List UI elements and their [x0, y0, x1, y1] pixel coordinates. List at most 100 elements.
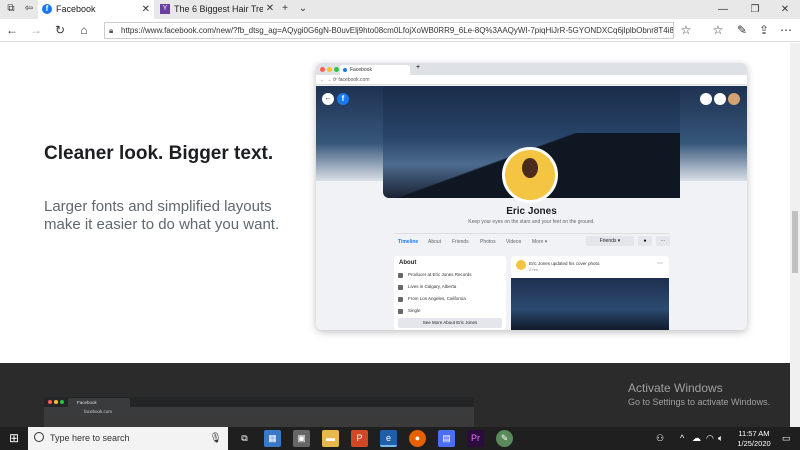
mock-nav-about: About [428, 239, 442, 245]
scrollbar-thumb[interactable] [792, 211, 798, 273]
mock-profile-avatar [502, 147, 558, 203]
search-icon [34, 432, 44, 442]
favorite-star-icon[interactable]: ☆ [678, 22, 694, 38]
set-aside-tabs-icon[interactable]: ⇦ [22, 2, 36, 16]
mock-heart-icon [398, 309, 403, 314]
close-tab-icon[interactable]: ✕ [142, 0, 150, 19]
tab-list-chevron-icon[interactable]: ⌄ [296, 2, 310, 16]
paint-icon[interactable]: ✎ [496, 430, 513, 447]
taskbar-clock[interactable]: 11:57 AM 1/25/2020 [730, 429, 778, 449]
dark-mock-minimize-dot [54, 400, 58, 404]
mock-bell-icon [714, 93, 726, 105]
close-window-icon[interactable]: ✕ [770, 0, 800, 19]
mock-profile-bio: Keep your eyes on the stars and your fee… [468, 219, 595, 225]
mock-profile-name: Eric Jones [506, 206, 557, 217]
mock-url: facebook.com [338, 77, 370, 83]
url-text: https://www.facebook.com/new/?fb_dtsg_ag… [121, 26, 674, 35]
search-placeholder: Type here to search [50, 433, 130, 443]
tray-chevron-icon[interactable]: ^ [680, 427, 684, 450]
dark-mock-zoom-dot [60, 400, 64, 404]
hero-section: Cleaner look. Bigger text. Larger fonts … [0, 43, 800, 363]
mock-messenger-icon [700, 93, 712, 105]
screen-capture-icon[interactable]: ▤ [438, 430, 455, 447]
dark-mock-tab: Facebook [68, 398, 130, 407]
mock-post-text: Eric Jones updated his cover photo. [529, 261, 601, 266]
mock-address-bar: ← → ⟳ facebook.com [316, 75, 747, 85]
hero-title: Cleaner look. Bigger text. [44, 143, 274, 164]
favorites-bar-icon[interactable]: ☆ [710, 22, 726, 38]
more-menu-icon[interactable]: ⋯ [778, 22, 794, 38]
activate-windows-watermark: Activate Windows Go to Settings to activ… [628, 381, 770, 407]
mock-about-relationship: Single [408, 308, 421, 313]
mock-about-from: From Los Angeles, California [408, 296, 466, 301]
mock-nav-photos: Photos [480, 239, 496, 245]
mock-nav-timeline: Timeline [398, 239, 419, 245]
mock-close-dot [320, 67, 325, 72]
dark-mock-tab-bar: Facebook [44, 397, 474, 407]
new-tab-icon[interactable]: + [278, 2, 292, 16]
cloud-icon[interactable]: ☁︎ [692, 427, 701, 450]
browser-tab-bar: ⧉ ⇦ f Facebook ✕ Y The 6 Biggest Hair Tr… [0, 0, 800, 19]
mock-post-avatar [516, 260, 526, 270]
firefox-icon[interactable]: ● [409, 430, 426, 447]
mock-tab-bar: Facebook + [316, 63, 747, 75]
windows-start-icon[interactable]: ⊞ [0, 427, 28, 450]
url-field[interactable]: 🔒︎ https://www.facebook.com/new/?fb_dtsg… [104, 22, 674, 39]
activate-title: Activate Windows [628, 381, 723, 395]
clock-date: 1/25/2020 [737, 439, 771, 448]
clock-time: 11:57 AM [738, 429, 770, 438]
people-icon[interactable]: ⚇ [656, 427, 664, 450]
microphone-icon[interactable]: 🎙︎ [209, 427, 222, 450]
lock-icon: 🔒︎ [109, 26, 114, 35]
dark-mockup-image: Facebook facebook.com [44, 397, 474, 427]
minimize-icon[interactable]: — [708, 0, 738, 19]
hero-subtitle: Larger fonts and simplified layouts make… [44, 198, 280, 233]
task-view-icon[interactable]: ⧉ [236, 430, 253, 447]
mock-about-work: Producer at Eric Jones Records [408, 272, 472, 277]
back-icon[interactable]: ← [4, 22, 20, 38]
taskbar-search-box[interactable]: Type here to search 🎙︎ [28, 427, 228, 450]
mock-facebook-icon [343, 68, 347, 72]
address-toolbar: ← → ↻ ⌂ 🔒︎ https://www.facebook.com/new/… [0, 19, 800, 42]
share-icon[interactable]: ⇪ [756, 22, 772, 38]
mock-nav-friends: Friends [452, 239, 469, 245]
powerpoint-icon[interactable]: P [351, 430, 368, 447]
mock-post-image [511, 278, 669, 330]
mock-tab-title: Facebook [350, 67, 372, 73]
mock-nav-more: More ▾ [532, 239, 548, 245]
mock-about-card: About Producer at Eric Jones Records Liv… [394, 256, 506, 330]
yahoo-favicon-icon: Y [160, 4, 170, 14]
mock-new-tab-icon: + [416, 64, 421, 71]
notifications-icon[interactable]: ▭ [782, 427, 791, 450]
tab-hair-trends[interactable]: Y The 6 Biggest Hair Trends fc [156, 0, 274, 19]
page-scrollbar[interactable] [790, 43, 800, 427]
mock-post-card: Eric Jones updated his cover photo. 2 hr… [511, 256, 669, 330]
mock-more-button: ⋯ [656, 236, 670, 246]
mock-zoom-dot [334, 67, 339, 72]
dark-mock-close-dot [48, 400, 52, 404]
close-tab-icon[interactable]: ✕ [263, 2, 277, 16]
photos-icon[interactable]: ▣ [293, 430, 310, 447]
maximize-icon[interactable]: ❐ [740, 0, 770, 19]
mock-about-title: About [399, 260, 417, 266]
mock-about-lives: Lives in Calgary, Alberta [408, 284, 457, 289]
forward-icon[interactable]: → [28, 22, 44, 38]
mock-nav-videos: Videos [506, 239, 522, 245]
file-explorer-icon[interactable]: ▬ [322, 430, 339, 447]
refresh-icon[interactable]: ↻ [52, 22, 68, 38]
premiere-pro-icon[interactable]: Pr [467, 430, 484, 447]
notes-icon[interactable]: ✎ [734, 22, 750, 38]
activate-subtitle: Go to Settings to activate Windows. [628, 397, 771, 407]
mock-see-more-button: See More About Eric Jones [398, 318, 502, 328]
tab-facebook[interactable]: f Facebook ✕ [38, 0, 154, 19]
home-icon[interactable]: ⌂ [76, 22, 92, 38]
mock-location-icon [398, 297, 403, 302]
wifi-icon[interactable]: ◠ [706, 427, 714, 450]
store-icon[interactable]: ▦ [264, 430, 281, 447]
mock-back-icon: ← [322, 93, 334, 105]
edge-browser-icon[interactable]: e [380, 430, 397, 447]
tab-preview-icon[interactable]: ⧉ [4, 2, 18, 16]
volume-icon[interactable]: 🔈︎ [718, 427, 723, 450]
mock-messenger-button: ● [638, 236, 652, 246]
dark-mode-section: Facebook facebook.com Activate Windows G… [0, 363, 800, 427]
